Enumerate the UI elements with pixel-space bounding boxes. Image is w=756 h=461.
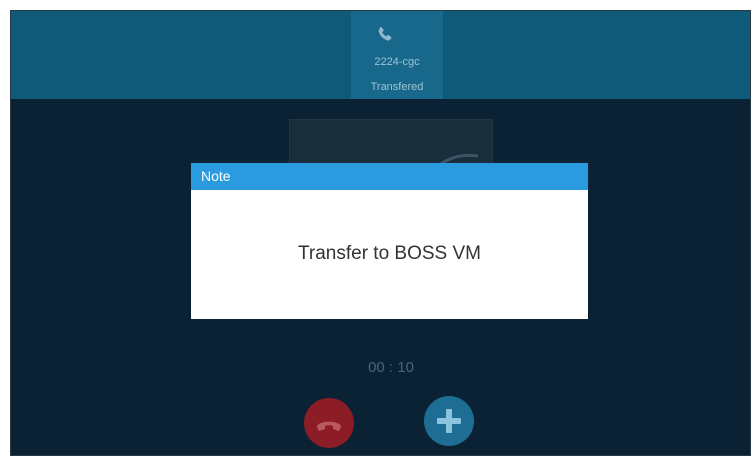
- note-dialog: Note Transfer to BOSS VM: [191, 163, 588, 319]
- contact-name: 2224-cgc: [374, 56, 420, 68]
- add-call-button[interactable]: [424, 396, 474, 446]
- call-header: 2224-cgc Transfered: [11, 11, 750, 99]
- call-timer: 00 : 10: [368, 359, 414, 376]
- dialog-title: Note: [201, 168, 231, 184]
- hang-up-icon: [317, 421, 341, 431]
- phone-icon: [378, 26, 392, 41]
- dialog-message: Transfer to BOSS VM: [297, 243, 481, 264]
- call-status: Transfered: [370, 81, 424, 93]
- plus-icon: [437, 409, 461, 433]
- end-call-button[interactable]: [304, 398, 354, 448]
- dialog-header: Note: [191, 163, 588, 190]
- phone-screen: 2224-cgc Transfered Note Transfer to BOS…: [10, 10, 751, 456]
